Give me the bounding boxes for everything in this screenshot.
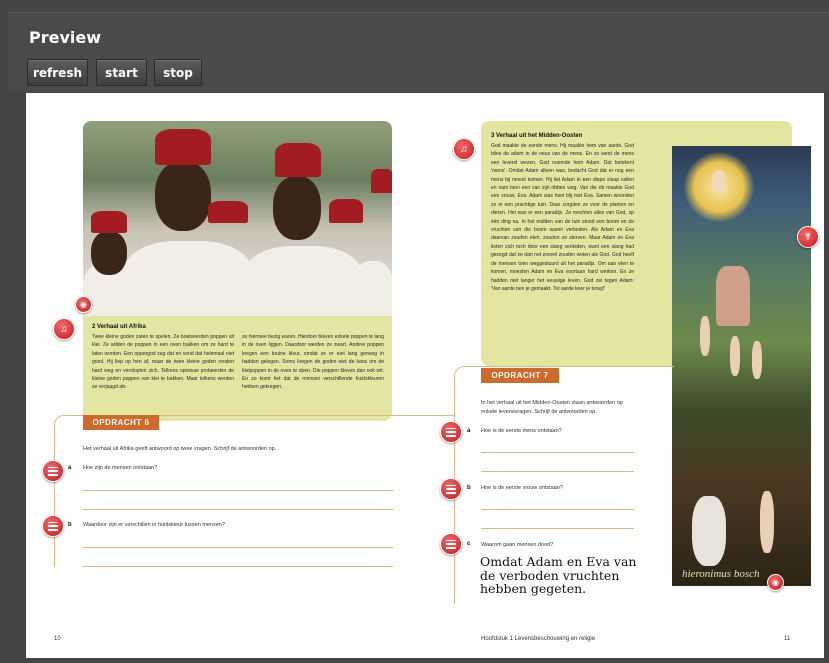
question-letter: a — [68, 465, 72, 471]
question-text: Hoe zijn de mensen ontstaan? — [83, 465, 158, 471]
assignment-7-label: OPDRACHT 7 — [481, 368, 559, 383]
question-letter: a — [467, 428, 471, 434]
question-letter: b — [68, 522, 72, 528]
photo-icon[interactable]: ◉ — [767, 574, 784, 591]
answer-line[interactable] — [83, 566, 393, 567]
section-title-middle-east: 3 Verhaal uit het Midden-Oosten — [491, 133, 583, 139]
stop-button[interactable]: stop — [154, 59, 202, 86]
answer-line[interactable] — [83, 509, 393, 510]
answer-line[interactable] — [481, 509, 634, 510]
answer-line[interactable] — [83, 547, 393, 548]
refresh-button[interactable]: refresh — [27, 59, 88, 86]
answer-line[interactable] — [481, 471, 634, 472]
page-number-right: 11 — [784, 636, 791, 642]
assignment-7-intro: In het verhaal uit het Midden-Oosten sta… — [481, 400, 623, 415]
story-text-col1: Twee kleine goden zaten te spelen. Ze bo… — [92, 334, 234, 391]
assignment-6-intro: Het verhaal uit Afrika geeft antwoord op… — [83, 446, 277, 452]
audio-note-icon[interactable]: ♫ — [53, 318, 75, 340]
story-text-middle-east: God maakte de eerste mens. Hij maakte he… — [491, 143, 634, 292]
assignment-6-label: OPDRACHT 6 — [83, 415, 159, 430]
worksheet-icon-a[interactable] — [42, 460, 64, 482]
answer-line[interactable] — [481, 528, 634, 529]
section-title-africa: 2 Verhaal uit Afrika — [92, 324, 146, 330]
page-number-left: 10 — [54, 636, 61, 642]
question-letter: b — [467, 485, 471, 491]
worksheet-icon-b[interactable] — [440, 478, 462, 500]
answer-line[interactable] — [83, 490, 393, 491]
chapter-footer: Hoofdstuk 1 Levensbeschouwing en religie — [481, 636, 596, 642]
question-letter: c — [467, 541, 471, 547]
answer-input-c[interactable]: Omdat Adam en Eva van de verboden vrucht… — [480, 555, 650, 596]
photo-icon[interactable]: ◉ — [75, 296, 92, 313]
question-text: Hoe is de eerste mens ontstaan? — [481, 428, 562, 434]
question-text: Hoe is de eerste vrouw ontstaan? — [481, 485, 563, 491]
painting-signature: hieronimus bosch — [682, 568, 760, 580]
worksheet-icon-b[interactable] — [42, 515, 64, 537]
book-spread: ◉ ♫ 2 Verhaal uit Afrika Twee kleine god… — [26, 93, 824, 658]
worksheet-icon-a[interactable] — [440, 421, 462, 443]
preview-window: Preview refresh start stop ◉ ♫ 2 Verhaal… — [0, 0, 829, 663]
audio-note-icon[interactable]: ♫ — [453, 138, 475, 160]
photo-boys-with-fez — [83, 121, 392, 316]
window-title: Preview — [29, 28, 102, 47]
globe-icon[interactable]: ☤ — [797, 226, 819, 248]
question-text: Waardoor zijn er verschillen in huidskle… — [83, 522, 225, 528]
painting-garden-of-eden: hieronimus bosch — [672, 146, 811, 586]
worksheet-icon-c[interactable] — [440, 533, 462, 555]
story-text-col2: ze hiermee bezig waren. Hierdoor bleven … — [242, 334, 384, 391]
answer-line[interactable] — [481, 452, 634, 453]
start-button[interactable]: start — [96, 59, 147, 86]
question-text: Waarom gaan mensen dood? — [481, 542, 554, 548]
assignment-6-box — [54, 415, 454, 567]
